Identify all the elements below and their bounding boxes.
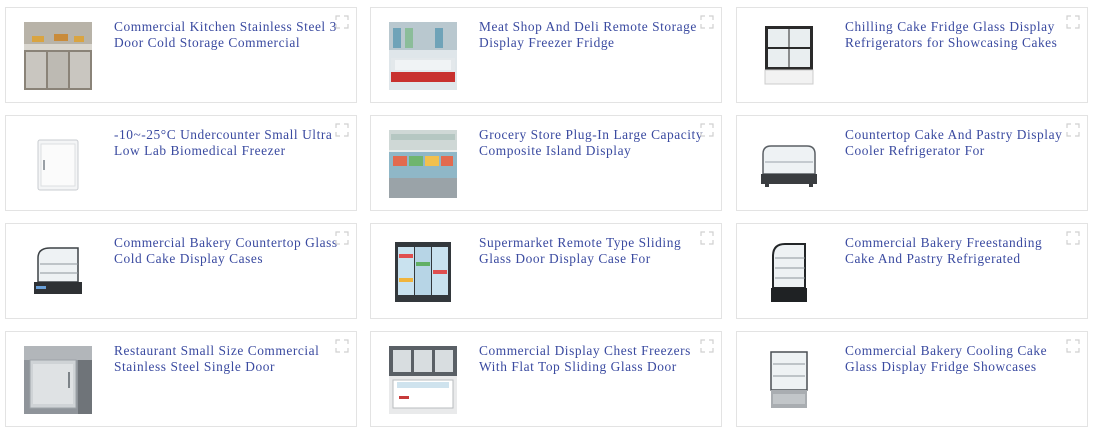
product-card[interactable]: Supermarket Remote Type Sliding Glass Do…	[370, 223, 722, 319]
product-card[interactable]: -10~-25°C Undercounter Small Ultra Low L…	[5, 115, 357, 211]
expand-corners-icon[interactable]	[700, 231, 714, 245]
product-title[interactable]: Grocery Store Plug-In Large Capacity Com…	[479, 127, 707, 159]
expand-corners-icon[interactable]	[700, 15, 714, 29]
expand-corners-icon[interactable]	[700, 339, 714, 353]
product-title[interactable]: Restaurant Small Size Commercial Stainle…	[114, 343, 342, 375]
product-image[interactable]	[389, 22, 457, 90]
product-image[interactable]	[24, 22, 92, 90]
product-image[interactable]	[389, 346, 457, 414]
product-title[interactable]: Commercial Bakery Freestanding Cake And …	[845, 235, 1073, 267]
product-title[interactable]: Meat Shop And Deli Remote Storage Displa…	[479, 19, 707, 51]
expand-corners-icon[interactable]	[1066, 339, 1080, 353]
product-card[interactable]: Commercial Display Chest Freezers With F…	[370, 331, 722, 427]
product-card[interactable]: Chilling Cake Fridge Glass Display Refri…	[736, 7, 1088, 103]
product-title[interactable]: Chilling Cake Fridge Glass Display Refri…	[845, 19, 1073, 51]
product-card[interactable]: Meat Shop And Deli Remote Storage Displa…	[370, 7, 722, 103]
product-card[interactable]: Commercial Bakery Freestanding Cake And …	[736, 223, 1088, 319]
product-image[interactable]	[24, 238, 92, 306]
product-title[interactable]: -10~-25°C Undercounter Small Ultra Low L…	[114, 127, 342, 159]
product-image[interactable]	[389, 130, 457, 198]
product-card[interactable]: Commercial Bakery Cooling Cake Glass Dis…	[736, 331, 1088, 427]
product-image[interactable]	[24, 130, 92, 198]
product-image[interactable]	[755, 130, 823, 198]
product-image[interactable]	[24, 346, 92, 414]
product-title[interactable]: Supermarket Remote Type Sliding Glass Do…	[479, 235, 707, 267]
expand-corners-icon[interactable]	[335, 339, 349, 353]
product-card[interactable]: Commercial Kitchen Stainless Steel 3 Doo…	[5, 7, 357, 103]
product-card[interactable]: Grocery Store Plug-In Large Capacity Com…	[370, 115, 722, 211]
expand-corners-icon[interactable]	[1066, 231, 1080, 245]
expand-corners-icon[interactable]	[1066, 123, 1080, 137]
expand-corners-icon[interactable]	[335, 15, 349, 29]
product-title[interactable]: Commercial Display Chest Freezers With F…	[479, 343, 707, 375]
expand-corners-icon[interactable]	[335, 123, 349, 137]
product-card[interactable]: Commercial Bakery Countertop Glass Cold …	[5, 223, 357, 319]
product-image[interactable]	[755, 346, 823, 414]
product-card[interactable]: Countertop Cake And Pastry Display Coole…	[736, 115, 1088, 211]
expand-corners-icon[interactable]	[700, 123, 714, 137]
product-grid: Commercial Kitchen Stainless Steel 3 Doo…	[0, 0, 1097, 436]
product-image[interactable]	[755, 22, 823, 90]
product-title[interactable]: Commercial Bakery Countertop Glass Cold …	[114, 235, 342, 267]
product-title[interactable]: Commercial Bakery Cooling Cake Glass Dis…	[845, 343, 1073, 375]
product-image[interactable]	[389, 238, 457, 306]
expand-corners-icon[interactable]	[335, 231, 349, 245]
product-title[interactable]: Countertop Cake And Pastry Display Coole…	[845, 127, 1073, 159]
product-image[interactable]	[755, 238, 823, 306]
product-title[interactable]: Commercial Kitchen Stainless Steel 3 Doo…	[114, 19, 342, 51]
product-card[interactable]: Restaurant Small Size Commercial Stainle…	[5, 331, 357, 427]
expand-corners-icon[interactable]	[1066, 15, 1080, 29]
